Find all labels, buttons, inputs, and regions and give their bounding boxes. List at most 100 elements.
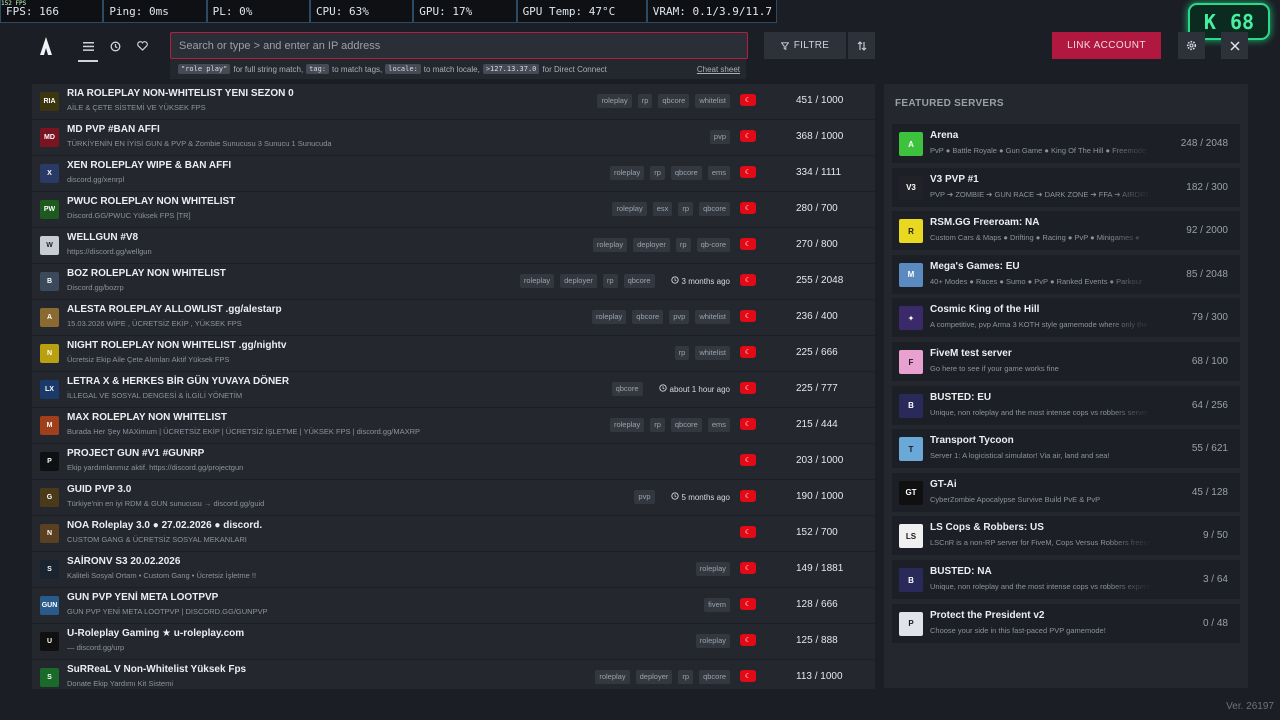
server-tag[interactable]: roleplay <box>595 670 630 684</box>
server-tag[interactable]: ems <box>707 418 730 432</box>
server-tag[interactable]: esx <box>652 202 673 216</box>
server-row[interactable]: U U-Roleplay Gaming ★ u-roleplay.com — dis… <box>32 624 875 659</box>
close-icon[interactable] <box>1221 32 1248 59</box>
sort-button[interactable] <box>848 32 875 59</box>
server-last-seen: about 1 hour ago <box>658 384 730 394</box>
server-tag[interactable]: pvp <box>669 310 690 324</box>
server-row[interactable]: S SAİRONV S3 20.02.2026 Kaliteli Sosyal Or… <box>32 552 875 587</box>
favorites-heart-icon[interactable] <box>130 36 154 56</box>
server-tag[interactable]: qbcore <box>611 382 643 396</box>
server-tag[interactable]: qbcore <box>632 310 664 324</box>
server-row[interactable]: M MAX ROLEPLAY NON WHITELIST Burada Her Şe… <box>32 408 875 443</box>
featured-server-description: Server 1: A logicistical simulator! Via … <box>930 451 1110 461</box>
server-row[interactable]: N NIGHT ROLEPLAY NON WHITELIST .gg/nightv… <box>32 336 875 371</box>
server-tag[interactable]: roleplay <box>597 94 632 108</box>
featured-title: FEATURED SERVERS <box>895 98 1004 109</box>
server-tag[interactable]: pvp <box>634 490 655 504</box>
player-count: 215 / 444 <box>796 419 838 430</box>
server-tag[interactable]: qb-core <box>696 238 730 252</box>
server-tag[interactable]: roleplay <box>609 166 645 180</box>
server-icon: M <box>40 416 59 435</box>
server-tag[interactable]: ems <box>707 166 730 180</box>
featured-server-item[interactable]: A Arena PvP ● Battle Royale ● Gun Game ● K… <box>892 124 1240 163</box>
featured-server-item[interactable]: F FiveM test server Go here to see if your… <box>892 342 1240 381</box>
featured-server-description: CyberZombie Apocalypse Survive Build PvE… <box>930 494 1101 504</box>
history-icon[interactable] <box>103 36 127 56</box>
server-icon: W <box>40 236 59 255</box>
server-tag[interactable]: roleplay <box>695 562 730 576</box>
server-tag[interactable]: deployer <box>633 238 670 252</box>
server-tag[interactable]: whitelist <box>695 346 730 360</box>
server-tag[interactable]: qbcore <box>699 670 730 684</box>
server-tag[interactable]: roleplay <box>519 274 555 288</box>
server-tag[interactable]: roleplay <box>695 634 730 648</box>
search-input[interactable] <box>171 33 747 58</box>
featured-server-item[interactable]: B BUSTED: EU Unique, non roleplay and the … <box>892 385 1240 425</box>
server-row[interactable]: N NOA Roleplay 3.0 ● 27.02.2026 ● discord… <box>32 516 875 551</box>
server-tag[interactable]: roleplay <box>612 202 647 216</box>
server-tag[interactable]: deployer <box>635 670 673 684</box>
server-tag[interactable]: rp <box>678 202 694 216</box>
server-tag[interactable]: rp <box>650 166 665 180</box>
server-tag[interactable]: rp <box>675 238 691 252</box>
server-tag[interactable]: rp <box>637 94 653 108</box>
server-tag[interactable]: rp <box>602 274 618 288</box>
server-tag[interactable]: rp <box>678 670 694 684</box>
server-tags: rp whitelist <box>674 346 730 360</box>
server-tag[interactable]: roleplay <box>592 238 628 252</box>
featured-server-item[interactable]: T Transport Tycoon Server 1: A logicistica… <box>892 429 1240 469</box>
server-row[interactable]: GUN GUN PVP YENİ META LOOTPVP GUN PVP YENİ… <box>32 588 875 623</box>
featured-server-item[interactable]: LS LS Cops & Robbers: US LSCnR is a non-RP… <box>892 516 1240 556</box>
server-icon: A <box>40 308 59 327</box>
server-row[interactable]: MD MD PVP #BAN AFFI TÜRKİYENİN EN İYİSİ GU… <box>32 120 875 155</box>
featured-server-description: PVP ➔ ZOMBIE ➔ GUN RACE ➔ DARK ZONE ➔ FF… <box>930 189 1152 199</box>
server-row[interactable]: PW PWUC ROLEPLAY NON WHITELIST Discord.GG/… <box>32 192 875 227</box>
server-tag[interactable]: rp <box>650 418 665 432</box>
filter-button[interactable]: FILTRE <box>764 32 846 59</box>
cheat-sheet-link[interactable]: Cheat sheet <box>697 65 740 74</box>
server-row[interactable]: B BOZ ROLEPLAY NON WHITELIST Discord.gg/bo… <box>32 264 875 299</box>
featured-server-item[interactable]: R RSM.GG Freeroam: NA Custom Cars & Maps ●… <box>892 211 1240 251</box>
player-count: 236 / 400 <box>796 311 838 322</box>
server-tag[interactable]: fivem <box>704 598 730 612</box>
server-tag[interactable]: qbcore <box>670 418 702 432</box>
featured-server-item[interactable]: GT GT-Ai CyberZombie Apocalypse Survive Bu… <box>892 472 1240 512</box>
server-row[interactable]: G GUID PVP 3.0 Türkiye'nin en iyi RDM & GU… <box>32 480 875 515</box>
server-tag[interactable]: whitelist <box>695 94 730 108</box>
server-tag[interactable]: rp <box>674 346 690 360</box>
server-row[interactable]: P PROJECT GUN #V1 #GUNRP Ekip yardımlarımı… <box>32 444 875 479</box>
server-tag[interactable]: qbcore <box>623 274 655 288</box>
server-row[interactable]: RIA RIA ROLEPLAY NON-WHITELIST YENI SEZON… <box>32 84 875 119</box>
featured-server-item[interactable]: P Protect the President v2 Choose your sid… <box>892 603 1240 643</box>
server-tags: roleplay deployer rp qbcore <box>595 670 730 684</box>
server-tag[interactable]: deployer <box>560 274 597 288</box>
featured-server-item[interactable]: ✦ Cosmic King of the Hill A competitive, p… <box>892 298 1240 338</box>
link-account-button[interactable]: LINK ACCOUNT <box>1052 32 1161 59</box>
turkey-flag-icon: ☾ <box>740 670 756 682</box>
fivem-logo-icon[interactable] <box>38 37 54 55</box>
server-tag[interactable]: qbcore <box>658 94 690 108</box>
server-tag[interactable]: qbcore <box>699 202 730 216</box>
server-tag[interactable]: roleplay <box>609 418 645 432</box>
server-row[interactable]: X XEN ROLEPLAY WIPE & BAN AFFI discord.gg/… <box>32 156 875 191</box>
version-label: Ver. 26197 <box>1226 701 1274 712</box>
server-row[interactable]: S SuRReaL V Non-Whitelist Yüksek Fps Donat… <box>32 660 875 689</box>
search-hint-bar: "role play" for full string match, tag: … <box>170 59 746 79</box>
server-row[interactable]: A ALESTA ROLEPLAY ALLOWLIST .gg/alestarp 1… <box>32 300 875 335</box>
hint-code-locale: locale: <box>385 64 421 74</box>
player-count: 203 / 1000 <box>796 455 844 466</box>
featured-server-item[interactable]: M Mega's Games: EU 40+ Modes ● Races ● Sum… <box>892 254 1240 294</box>
featured-server-item[interactable]: B BUSTED: NA Unique, non roleplay and the … <box>892 560 1240 599</box>
server-description: TÜRKİYENİN EN İYİSİ GUN & PVP & Zombie S… <box>67 139 332 148</box>
server-tag[interactable]: pvp <box>709 130 730 144</box>
server-tag[interactable]: qbcore <box>670 166 702 180</box>
server-name: NOA Roleplay 3.0 ● 27.02.2026 ● discord. <box>67 520 263 531</box>
server-tag[interactable]: roleplay <box>592 310 627 324</box>
server-tag[interactable]: whitelist <box>695 310 730 324</box>
settings-gear-icon[interactable] <box>1178 32 1205 59</box>
server-row[interactable]: LX LETRA X & HERKES BİR GÜN YUVAYA DÖNER İ… <box>32 372 875 407</box>
featured-server-item[interactable]: V3 V3 PVP #1 PVP ➔ ZOMBIE ➔ GUN RACE ➔ DAR… <box>892 167 1240 207</box>
server-icon: N <box>40 344 59 363</box>
server-row[interactable]: W WELLGUN #V8 https://discord.gg/wellgun ro… <box>32 228 875 263</box>
list-view-icon[interactable] <box>76 36 100 62</box>
